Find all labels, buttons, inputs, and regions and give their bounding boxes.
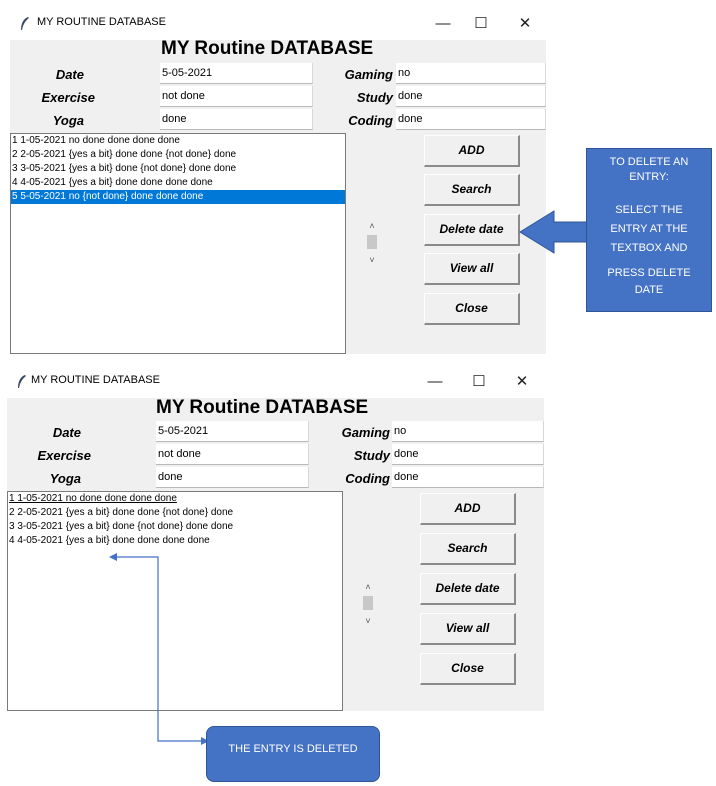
close-icon[interactable]: ✕ — [510, 370, 534, 394]
callout-text: THE ENTRY IS DELETED — [228, 743, 358, 755]
list-item[interactable]: 1 1-05-2021 no done done done done — [8, 492, 342, 506]
delete-date-button[interactable]: Delete date — [420, 573, 516, 605]
list-item[interactable]: 4 4-05-2021 {yes a bit} done done done d… — [8, 534, 342, 548]
gaming-label: Gaming — [344, 67, 393, 82]
exercise-field[interactable]: not done — [160, 86, 313, 107]
gaming-field[interactable]: no — [396, 63, 546, 84]
window-after: MY ROUTINE DATABASE — ☐ ✕ MY Routine DAT… — [7, 366, 544, 711]
list-item-text: 1 1-05-2021 no done done done done — [9, 493, 177, 504]
title-bar[interactable]: MY ROUTINE DATABASE — ☐ ✕ — [10, 8, 546, 40]
list-item-selected[interactable]: 5 5-05-2021 no {not done} done done done — [11, 190, 345, 204]
callout-line: ENTRY: — [629, 171, 669, 183]
coding-field[interactable]: done — [396, 109, 546, 130]
callout-line: ENTRY AT THE — [610, 223, 688, 235]
entry-deleted-callout: THE ENTRY IS DELETED — [206, 726, 380, 782]
study-label: Study — [353, 448, 390, 463]
gaming-label: Gaming — [341, 425, 390, 440]
feather-icon — [21, 17, 29, 30]
date-label: Date — [52, 425, 81, 440]
list-item[interactable]: 2 2-05-2021 {yes a bit} done done {not d… — [11, 148, 345, 162]
minimize-icon[interactable]: — — [431, 12, 455, 36]
study-label: Study — [356, 90, 393, 105]
search-button[interactable]: Search — [424, 174, 520, 206]
list-item[interactable]: 4 4-05-2021 {yes a bit} done done done d… — [11, 176, 345, 190]
search-button[interactable]: Search — [420, 533, 516, 565]
app-heading: MY Routine DATABASE — [156, 397, 369, 418]
exercise-field[interactable]: not done — [156, 444, 309, 465]
callout-line: TO DELETE AN — [609, 156, 689, 168]
view-all-button[interactable]: View all — [420, 613, 516, 645]
app-heading: MY Routine DATABASE — [161, 38, 374, 59]
date-field[interactable]: 5-05-2021 — [156, 421, 309, 442]
scrollbar[interactable]: ˄ ˅ — [365, 220, 379, 266]
list-item[interactable]: 3 3-05-2021 {yes a bit} done {not done} … — [11, 162, 345, 176]
scroll-up-icon[interactable]: ˄ — [365, 220, 379, 232]
study-field[interactable]: done — [392, 444, 544, 465]
callout-line: TEXTBOX AND — [610, 242, 688, 254]
date-field[interactable]: 5-05-2021 — [160, 63, 313, 84]
coding-field[interactable]: done — [392, 467, 544, 488]
scroll-down-icon[interactable]: ˅ — [365, 254, 379, 266]
callout-line — [587, 185, 711, 197]
scrollbar[interactable]: ˄ ˅ — [361, 581, 375, 627]
exercise-label: Exercise — [41, 90, 96, 105]
callout-line: DATE — [634, 284, 664, 296]
minimize-icon[interactable]: — — [423, 370, 447, 394]
coding-label: Coding — [348, 113, 393, 128]
list-item[interactable]: 2 2-05-2021 {yes a bit} done done {not d… — [8, 506, 342, 520]
add-button[interactable]: ADD — [424, 135, 520, 167]
add-button[interactable]: ADD — [420, 493, 516, 525]
window-title: MY ROUTINE DATABASE — [31, 374, 160, 386]
list-item[interactable]: 1 1-05-2021 no done done done done — [11, 134, 345, 148]
delete-instructions-callout: TO DELETE AN ENTRY: SELECT THE ENTRY AT … — [586, 148, 712, 312]
arrow-left-icon — [519, 210, 589, 254]
study-field[interactable]: done — [396, 86, 546, 107]
maximize-icon[interactable]: ☐ — [467, 370, 491, 394]
window-title: MY ROUTINE DATABASE — [37, 16, 166, 28]
yoga-field[interactable]: done — [160, 109, 313, 130]
close-button[interactable]: Close — [424, 293, 520, 325]
title-bar[interactable]: MY ROUTINE DATABASE — ☐ ✕ — [7, 366, 544, 398]
records-listbox[interactable]: 1 1-05-2021 no done done done done 2 2-0… — [10, 133, 346, 354]
yoga-label: Yoga — [52, 113, 84, 128]
scroll-down-icon[interactable]: ˅ — [361, 615, 375, 627]
date-label: Date — [55, 67, 84, 82]
scroll-thumb[interactable] — [367, 235, 377, 249]
callout-line: PRESS DELETE — [607, 267, 691, 279]
view-all-button[interactable]: View all — [424, 253, 520, 285]
coding-label: Coding — [345, 471, 390, 486]
window-before: MY ROUTINE DATABASE — ☐ ✕ MY Routine DAT… — [10, 8, 546, 354]
callout-line — [587, 256, 711, 262]
list-item[interactable]: 3 3-05-2021 {yes a bit} done {not done} … — [8, 520, 342, 534]
scroll-up-icon[interactable]: ˄ — [361, 581, 375, 593]
scroll-thumb[interactable] — [363, 596, 373, 610]
maximize-icon[interactable]: ☐ — [469, 12, 493, 36]
connector-arrow — [109, 553, 209, 745]
yoga-field[interactable]: done — [156, 467, 309, 488]
close-button[interactable]: Close — [420, 653, 516, 685]
yoga-label: Yoga — [49, 471, 81, 486]
callout-line: SELECT THE — [615, 204, 683, 216]
feather-icon — [18, 375, 26, 388]
exercise-label: Exercise — [37, 448, 92, 463]
delete-date-button[interactable]: Delete date — [424, 214, 520, 246]
gaming-field[interactable]: no — [392, 421, 544, 442]
close-icon[interactable]: ✕ — [513, 12, 537, 36]
